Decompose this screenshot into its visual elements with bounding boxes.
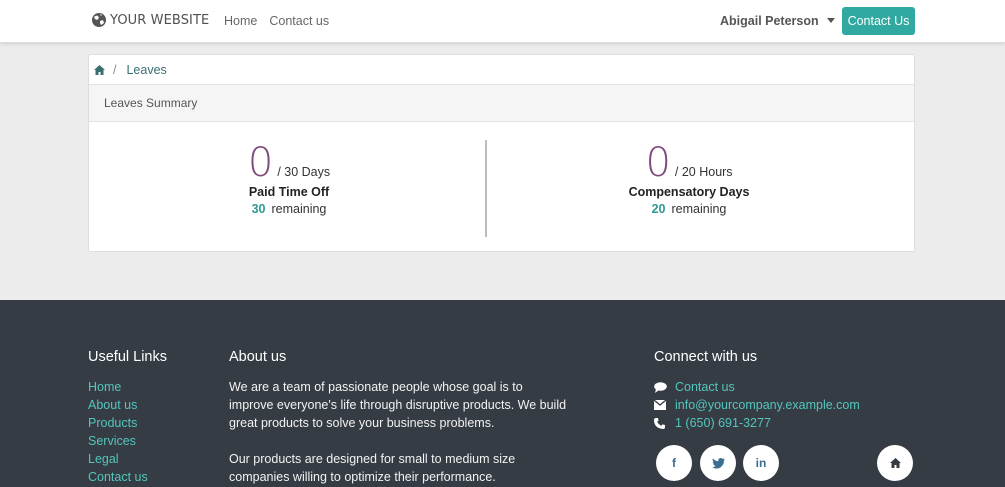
about-section: About us We are a team of passionate peo… [229,349,569,486]
nav-contact-us[interactable]: Contact us [269,14,329,28]
home-icon-button[interactable] [877,445,913,481]
phone-link[interactable]: 1 (650) 691-3277 [675,414,771,432]
phone-row: 1 (650) 691-3277 [654,414,860,432]
about-paragraph-1: We are a team of passionate people whose… [229,380,567,430]
paid-time-off-label: Paid Time Off [248,185,330,199]
stat-divider [485,140,487,237]
compensatory-days-taken: 0 [645,140,671,186]
linkedin-icon[interactable]: in [743,445,779,481]
email-row: info@yourcompany.example.com [654,396,860,414]
breadcrumb: / Leaves [89,55,914,85]
envelope-icon [654,400,668,410]
email-link[interactable]: info@yourcompany.example.com [675,396,860,414]
paid-time-off-total: / 30 Days [277,165,331,179]
phone-icon [654,417,668,429]
compensatory-days-total: / 20 Hours [674,165,733,179]
connect-contact-link[interactable]: Contact us [675,378,735,396]
footer-link-services[interactable]: Services [88,432,167,450]
leave-stats: 0 / 30 Days Paid Time Off 30 remaining 0 … [89,122,914,250]
footer: Useful Links Home About us Products Serv… [0,300,1005,487]
paid-time-off-stat: 0 / 30 Days Paid Time Off 30 remaining [89,122,489,216]
comment-icon [654,381,668,393]
paid-time-off-remaining-value: 30 [251,202,266,216]
connect-title: Connect with us [654,349,758,365]
paid-time-off-remaining-label: remaining [271,202,327,216]
top-navbar: YOUR WEBSITE Home Contact us Abigail Pet… [0,0,1005,43]
footer-link-contact-us[interactable]: Contact us [88,468,167,486]
user-menu[interactable]: Abigail Peterson [720,14,835,28]
compensatory-days-stat: 0 / 20 Hours Compensatory Days 20 remaini… [489,122,889,216]
leaves-card: / Leaves Leaves Summary 0 / 30 Days Paid… [88,54,915,252]
breadcrumb-leaves[interactable]: Leaves [126,63,166,77]
contact-us-button[interactable]: Contact Us [842,7,915,35]
caret-down-icon [826,17,835,23]
about-title: About us [229,349,287,365]
paid-time-off-remaining: 30 remaining [89,202,489,216]
footer-link-home[interactable]: Home [88,378,167,396]
user-name: Abigail Peterson [720,14,819,28]
paid-time-off-taken: 0 [247,140,274,186]
connect-section: Connect with us Contact us info@yourcomp… [654,349,860,432]
twitter-icon[interactable] [700,445,736,481]
useful-links: Useful Links Home About us Products Serv… [88,349,167,486]
contact-row: Contact us [654,378,860,396]
home-icon [889,458,901,468]
footer-link-legal[interactable]: Legal [88,450,167,468]
footer-link-about-us[interactable]: About us [88,396,167,414]
about-paragraph-2: Our products are designed for small to m… [229,452,516,484]
compensatory-days-remaining: 20 remaining [489,202,889,216]
leaves-summary-header: Leaves Summary [89,85,914,122]
compensatory-days-label: Compensatory Days [628,185,750,199]
facebook-icon[interactable]: f [656,445,692,481]
nav-home[interactable]: Home [224,14,257,28]
compensatory-days-remaining-label: remaining [671,202,727,216]
site-logo[interactable]: YOUR WEBSITE [91,12,209,28]
footer-link-products[interactable]: Products [88,414,167,432]
globe-icon [92,13,106,27]
breadcrumb-separator: / [113,62,117,77]
logo-text: YOUR WEBSITE [110,12,210,28]
main-menu: Home Contact us [224,14,329,28]
compensatory-days-remaining-value: 20 [651,202,666,216]
home-icon[interactable] [94,64,105,75]
useful-links-title: Useful Links [88,349,167,365]
